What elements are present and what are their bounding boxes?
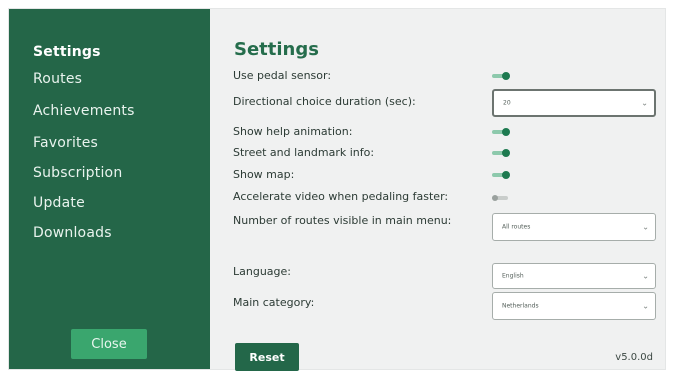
show-map-label: Show map: [233, 168, 295, 181]
settings-panel: Settings Use pedal sensor: Directional c… [210, 9, 665, 371]
choice-duration-value: 20 [503, 99, 511, 107]
choice-duration-select[interactable]: 20 ⌄ [492, 89, 656, 117]
help-animation-label: Show help animation: [233, 125, 353, 138]
help-animation-toggle[interactable] [492, 128, 510, 136]
choice-duration-label: Directional choice duration (sec): [233, 95, 416, 108]
language-label: Language: [233, 265, 291, 278]
reset-button[interactable]: Reset [235, 343, 299, 371]
accelerate-video-label: Accelerate video when pedaling faster: [233, 190, 449, 203]
language-value: English [502, 272, 524, 280]
routes-visible-select[interactable]: All routes ⌄ [492, 213, 656, 241]
sidebar-item-downloads[interactable]: Downloads [33, 225, 112, 241]
toggle-knob [502, 171, 510, 179]
chevron-down-icon: ⌄ [641, 98, 648, 108]
sidebar-item-routes[interactable]: Routes [33, 71, 82, 87]
settings-window: Settings Routes Achievements Favorites S… [9, 9, 665, 371]
sidebar-item-subscription[interactable]: Subscription [33, 165, 122, 181]
toggle-knob [502, 72, 510, 80]
chevron-down-icon: ⌄ [642, 271, 649, 281]
show-map-toggle[interactable] [492, 171, 510, 179]
language-select[interactable]: English ⌄ [492, 263, 656, 289]
routes-visible-value: All routes [502, 223, 531, 231]
chevron-down-icon: ⌄ [642, 222, 649, 232]
toggle-knob [492, 195, 498, 201]
pedal-sensor-toggle[interactable] [492, 72, 510, 80]
sidebar-item-update[interactable]: Update [33, 195, 85, 211]
chevron-down-icon: ⌄ [642, 301, 649, 311]
close-button[interactable]: Close [71, 329, 147, 359]
toggle-knob [502, 149, 510, 157]
sidebar-item-settings[interactable]: Settings [33, 44, 101, 60]
accelerate-video-toggle[interactable] [492, 194, 510, 202]
street-info-label: Street and landmark info: [233, 146, 375, 159]
main-category-select[interactable]: Netherlands ⌄ [492, 292, 656, 320]
version-label: v5.0.0d [615, 352, 653, 363]
pedal-sensor-label: Use pedal sensor: [233, 69, 332, 82]
routes-visible-label: Number of routes visible in main menu: [233, 214, 452, 227]
main-category-label: Main category: [233, 296, 315, 309]
street-info-toggle[interactable] [492, 149, 510, 157]
main-category-value: Netherlands [502, 302, 539, 310]
page-title: Settings [234, 39, 319, 60]
toggle-knob [502, 128, 510, 136]
sidebar-item-favorites[interactable]: Favorites [33, 135, 98, 151]
sidebar-item-achievements[interactable]: Achievements [33, 103, 135, 119]
sidebar: Settings Routes Achievements Favorites S… [9, 9, 210, 369]
